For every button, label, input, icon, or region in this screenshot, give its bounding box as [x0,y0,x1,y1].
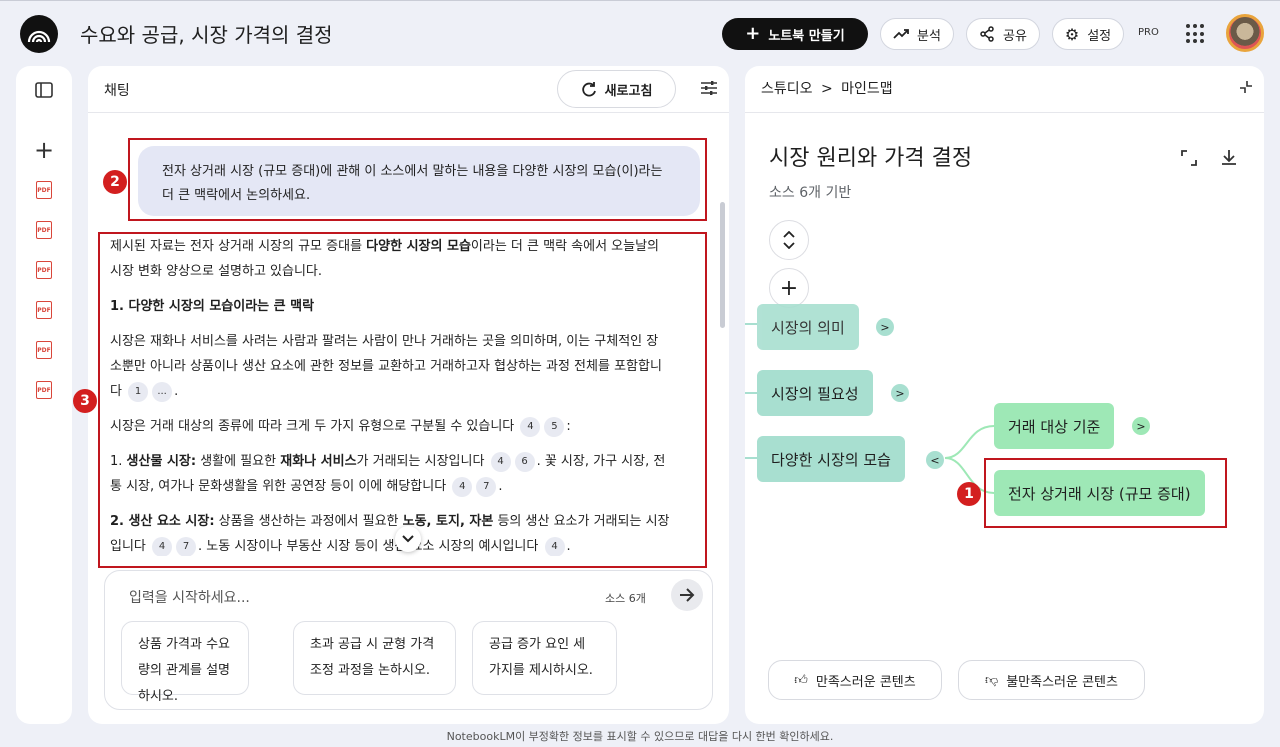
pro-badge: PRO [1138,27,1159,38]
unsatisfied-button[interactable]: 👎︎ 불만족스러운 콘텐츠 [958,660,1145,700]
add-source-icon[interactable]: + [32,136,56,164]
create-notebook-label: 노트북 만들기 [768,28,845,44]
annotation-box-2 [128,138,707,221]
analytics-button[interactable]: 분석 [880,18,954,50]
settings-label: 설정 [1087,28,1112,44]
pdf-source-icon[interactable]: PDF [32,298,56,322]
annotation-badge-3: 3 [73,389,97,413]
refresh-button[interactable]: 새로고침 [557,70,676,108]
mindmap-node-meaning[interactable]: 시장의 의미 [757,304,859,350]
pdf-source-icon[interactable]: PDF [32,178,56,202]
sidebar-toggle-icon[interactable] [32,78,56,102]
chevron-right-icon[interactable]: > [891,384,909,402]
settings-button[interactable]: ⚙ 설정 [1052,18,1124,50]
annotation-badge-2: 2 [103,170,127,194]
pdf-source-icon[interactable]: PDF [32,378,56,402]
chat-title: 채팅 [104,83,130,99]
notebook-title[interactable]: 수요와 공급, 시장 가격의 결정 [80,19,333,48]
thumbs-up-icon: 👍︎ [794,672,808,688]
mindmap-node-necessity[interactable]: 시장의 필요성 [757,370,873,416]
mindmap-node-by-target[interactable]: 거래 대상 기준 [994,403,1115,449]
app-header: 수요와 공급, 시장 가격의 결정 + 노트북 만들기 분석 공유 ⚙ 설정 P… [0,0,1280,64]
tune-settings-icon[interactable] [700,80,718,100]
annotation-box-1 [984,458,1227,528]
satisfied-button[interactable]: 👍︎ 만족스러운 콘텐츠 [768,660,942,700]
arrow-right-icon [680,588,695,602]
suggestion-chip[interactable]: 초과 공급 시 균형 가격 조정 과정을 논하시오. [293,621,456,695]
share-icon [980,26,994,42]
satisfied-label: 만족스러운 콘텐츠 [815,674,916,690]
avatar[interactable] [1226,14,1264,52]
source-count: 소스 6개 [605,592,646,605]
analytics-label: 분석 [917,28,941,44]
sources-rail: + PDF PDF PDF PDF PDF PDF [16,66,72,724]
chevron-left-icon[interactable]: < [926,451,944,469]
chat-header: 채팅 새로고침 [88,66,729,113]
notebooklm-logo-icon[interactable] [20,15,58,53]
disclaimer-footer: NotebookLM이 부정확한 정보를 표시할 수 있으므로 대답을 다시 한… [446,730,834,743]
chevron-right-icon[interactable]: > [1132,417,1150,435]
suggestion-chip[interactable]: 공급 증가 요인 세 가지를 제시하시오. [472,621,617,695]
chat-input[interactable]: 입력을 시작하세요... [129,587,250,607]
create-notebook-button[interactable]: + 노트북 만들기 [722,18,868,50]
unsatisfied-label: 불만족스러운 콘텐츠 [1006,674,1118,690]
plus-icon: + [745,23,761,44]
pdf-source-icon[interactable]: PDF [32,218,56,242]
chat-scrollbar[interactable] [720,202,725,328]
send-button[interactable] [671,579,703,611]
share-button[interactable]: 공유 [966,18,1040,50]
chevron-right-icon[interactable]: > [876,318,894,336]
gear-icon: ⚙ [1064,24,1080,44]
studio-panel: 스튜디오 > 마인드맵 시장 원리와 가격 결정 소스 6개 기반 + 시장의 … [745,66,1264,724]
chat-input-card: 입력을 시작하세요... 소스 6개 상품 가격과 수요량의 관계를 설명하시오… [104,570,713,710]
refresh-label: 새로고침 [604,83,653,99]
apps-grid-icon[interactable] [1186,24,1206,44]
refresh-icon [581,82,596,97]
annotation-box-3 [98,232,707,568]
annotation-badge-1: 1 [957,482,981,506]
suggestion-chip[interactable]: 상품 가격과 수요량의 관계를 설명하시오. [121,621,249,704]
share-label: 공유 [1003,28,1027,44]
pdf-source-icon[interactable]: PDF [32,338,56,362]
pdf-source-icon[interactable]: PDF [32,258,56,282]
thumbs-down-icon: 👎︎ [985,672,999,688]
trending-up-icon [893,29,909,39]
mindmap-node-various[interactable]: 다양한 시장의 모습 [757,436,905,482]
